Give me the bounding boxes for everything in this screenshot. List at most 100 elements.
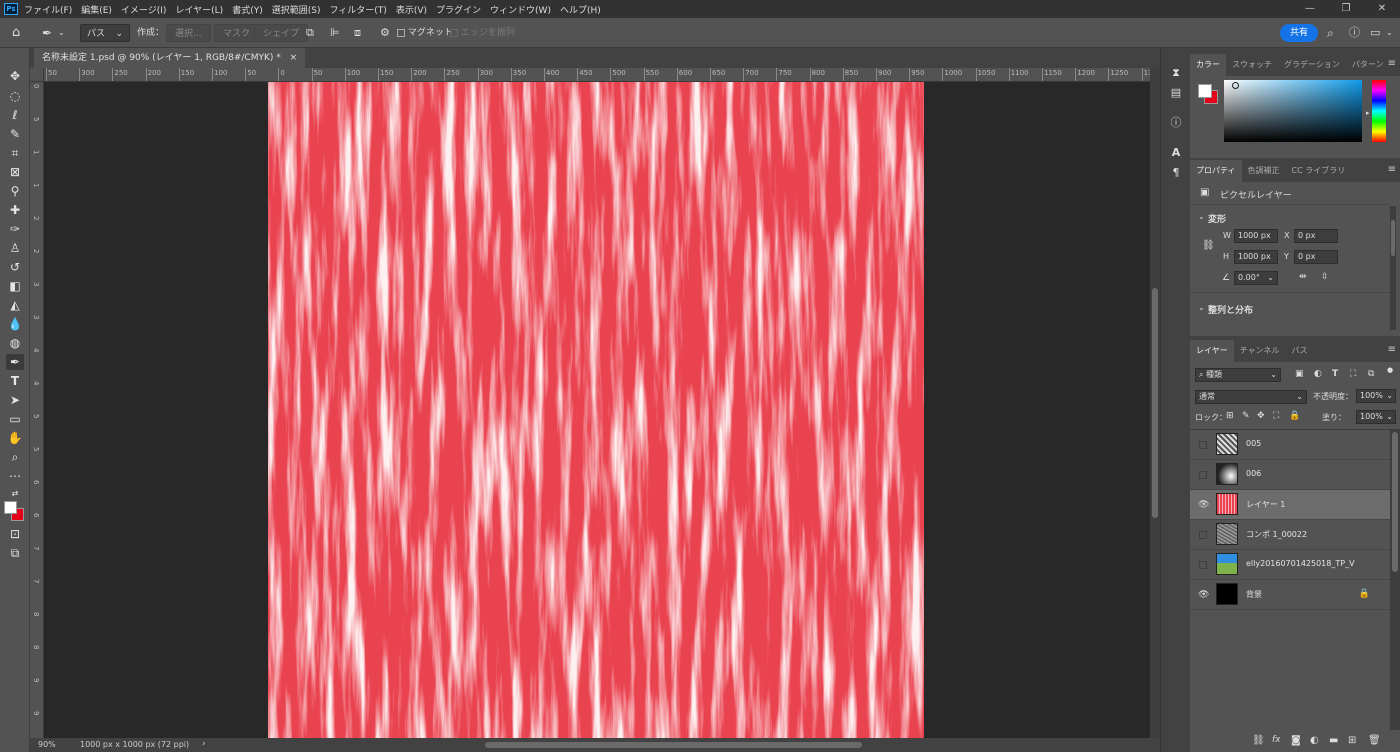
visibility-toggle[interactable] <box>1199 471 1207 479</box>
chevron-down-icon[interactable]: ⌄ <box>1198 303 1205 312</box>
layer-thumbnail[interactable] <box>1216 493 1238 515</box>
pen-tool-icon[interactable]: ✒ <box>6 354 24 370</box>
healing-brush-tool-icon[interactable]: ✚ <box>6 202 24 218</box>
vertical-ruler[interactable]: 0 5 1 1 2 2 3 3 4 4 5 5 6 6 7 7 8 8 9 9 <box>30 82 44 738</box>
properties-scrollbar[interactable] <box>1390 206 1396 330</box>
flip-horizontal-icon[interactable]: ⇹ <box>1299 272 1307 282</box>
menu-filter[interactable]: フィルター(T) <box>329 3 386 16</box>
crop-tool-icon[interactable]: ⌗ <box>6 145 24 161</box>
properties-scroll-thumb[interactable] <box>1391 220 1395 256</box>
gear-icon[interactable]: ⚙ <box>380 24 390 42</box>
pen-icon[interactable]: ✒ <box>42 24 52 42</box>
hand-tool-icon[interactable]: ✋ <box>6 430 24 446</box>
flip-vertical-icon[interactable]: ⇳ <box>1321 272 1329 282</box>
eye-icon[interactable]: 👁 <box>1198 590 1209 600</box>
more-tools-icon[interactable]: ⋯ <box>6 468 24 484</box>
menu-edit[interactable]: 編集(E) <box>81 3 112 16</box>
workspace-icon[interactable]: ▭ <box>1370 24 1380 42</box>
tab-channels[interactable]: チャンネル <box>1234 340 1286 362</box>
new-layer-icon[interactable]: ⊞ <box>1348 735 1356 746</box>
search-icon[interactable]: ⌕ <box>1327 24 1334 42</box>
tab-color[interactable]: カラー <box>1190 54 1226 76</box>
color-picker-marker[interactable] <box>1232 82 1239 89</box>
foreground-color-swatch[interactable] <box>4 501 17 514</box>
tab-adjustments[interactable]: 色調補正 <box>1242 160 1286 182</box>
layer-thumbnail[interactable] <box>1216 523 1238 545</box>
align-section-title[interactable]: 整列と分布 <box>1208 303 1253 316</box>
help-icon[interactable]: ⓘ <box>1349 24 1360 42</box>
dodge-tool-icon[interactable]: ◍ <box>6 335 24 351</box>
share-button[interactable]: 共有 <box>1280 24 1318 42</box>
layer-name[interactable]: 006 <box>1246 469 1261 478</box>
menu-help[interactable]: ヘルプ(H) <box>560 3 601 16</box>
filter-smart-object-icon[interactable]: ⧉ <box>1368 369 1374 379</box>
paint-bucket-tool-icon[interactable]: ◭ <box>6 297 24 313</box>
layer-thumbnail[interactable] <box>1216 553 1238 575</box>
panel-menu-icon[interactable]: ≡ <box>1388 164 1396 175</box>
chevron-down-icon[interactable]: ⌄ <box>58 24 65 42</box>
add-mask-icon[interactable]: ◙ <box>1291 735 1301 746</box>
photoshop-logo[interactable]: Ps <box>4 3 18 15</box>
transform-section-title[interactable]: 変形 <box>1208 212 1226 225</box>
rectangle-tool-icon[interactable]: ▭ <box>6 411 24 427</box>
filter-toggle-icon[interactable]: ● <box>1387 366 1393 374</box>
move-tool-icon[interactable]: ✥ <box>6 68 24 84</box>
type-tool-icon[interactable]: T <box>6 373 24 389</box>
blend-mode-select[interactable]: 通常 ⌄ <box>1195 390 1307 404</box>
filter-type-icon[interactable]: T <box>1332 369 1338 379</box>
menu-image[interactable]: イメージ(I) <box>121 3 167 16</box>
horizontal-scroll-thumb[interactable] <box>485 742 862 748</box>
make-mask-button[interactable]: マスク <box>214 24 260 42</box>
eyedropper-tool-icon[interactable]: ⚲ <box>6 183 24 199</box>
folder-icon[interactable]: ▬ <box>1329 735 1338 746</box>
link-icon[interactable]: ⛓ <box>1202 240 1215 251</box>
menu-window[interactable]: ウィンドウ(W) <box>490 3 551 16</box>
make-shape-button[interactable]: シェイプ <box>254 24 309 42</box>
lock-icon[interactable]: 🔒 <box>1359 589 1370 599</box>
close-tab-icon[interactable]: × <box>290 53 298 63</box>
menu-type[interactable]: 書式(Y) <box>232 3 263 16</box>
layer-name[interactable]: コンポ 1_00022 <box>1246 529 1307 540</box>
horizontal-ruler[interactable]: 50 300 250 200 150 100 50 0 50 100 150 200 250 300 350… <box>44 68 1150 82</box>
layer-thumbnail[interactable] <box>1216 463 1238 485</box>
restore-button[interactable]: ❐ <box>1328 0 1364 18</box>
pen-mode-select[interactable]: パス ⌄ <box>80 24 130 42</box>
zoom-tool-icon[interactable]: ⌕ <box>6 449 24 465</box>
layer-row[interactable]: 👁 背景 🔒 <box>1190 580 1390 610</box>
document-tab[interactable]: 名称未設定 1.psd @ 90% (レイヤー 1, RGB/8#/CMYK) … <box>34 48 306 68</box>
color-panel-foreground[interactable] <box>1198 84 1212 98</box>
marquee-tool-icon[interactable]: ◌ <box>6 88 24 104</box>
menu-view[interactable]: 表示(V) <box>396 3 427 16</box>
height-input[interactable]: 1000 px <box>1234 250 1278 264</box>
layers-scroll-thumb[interactable] <box>1392 432 1398 572</box>
tab-cc-libraries[interactable]: CC ライブラリ <box>1286 160 1352 182</box>
swap-colors-icon[interactable]: ⇄ <box>6 486 24 502</box>
path-selection-tool-icon[interactable]: ➤ <box>6 392 24 408</box>
layer-name[interactable]: elly20160701425018_TP_V <box>1246 559 1355 568</box>
comments-panel-icon[interactable]: ▤ <box>1169 86 1183 100</box>
tab-properties[interactable]: プロパティ <box>1190 160 1242 182</box>
layer-thumbnail[interactable] <box>1216 433 1238 455</box>
visibility-toggle[interactable] <box>1199 441 1207 449</box>
adjustment-layer-icon[interactable]: ◐ <box>1310 735 1319 746</box>
document-canvas[interactable] <box>268 82 924 738</box>
status-arrow-icon[interactable]: › <box>202 739 206 749</box>
lock-pixels-icon[interactable]: ✎ <box>1242 411 1250 421</box>
document-size-info[interactable]: 1000 px x 1000 px (72 ppi) <box>80 740 189 749</box>
tab-swatches[interactable]: スウォッチ <box>1226 54 1278 76</box>
fill-input[interactable]: 100% ⌄ <box>1356 410 1396 424</box>
screen-mode-icon[interactable]: ⧉ <box>6 545 24 561</box>
vertical-scroll-thumb[interactable] <box>1152 288 1158 518</box>
eye-icon[interactable]: 👁 <box>1198 500 1209 510</box>
layer-row[interactable]: 005 <box>1190 430 1390 460</box>
tab-gradients[interactable]: グラデーション <box>1278 54 1346 76</box>
menu-plugins[interactable]: プラグイン <box>436 3 481 16</box>
tab-patterns[interactable]: パターン <box>1346 54 1390 76</box>
panel-menu-icon[interactable]: ≡ <box>1388 58 1396 69</box>
make-selection-button[interactable]: 選択... <box>166 24 211 42</box>
home-icon[interactable]: ⌂ <box>12 24 20 42</box>
tab-paths[interactable]: パス <box>1286 340 1314 362</box>
layer-name[interactable]: 背景 <box>1246 589 1262 600</box>
align-edges-checkbox[interactable]: エッジを揃列 <box>450 24 515 42</box>
width-input[interactable]: 1000 px <box>1234 229 1278 243</box>
